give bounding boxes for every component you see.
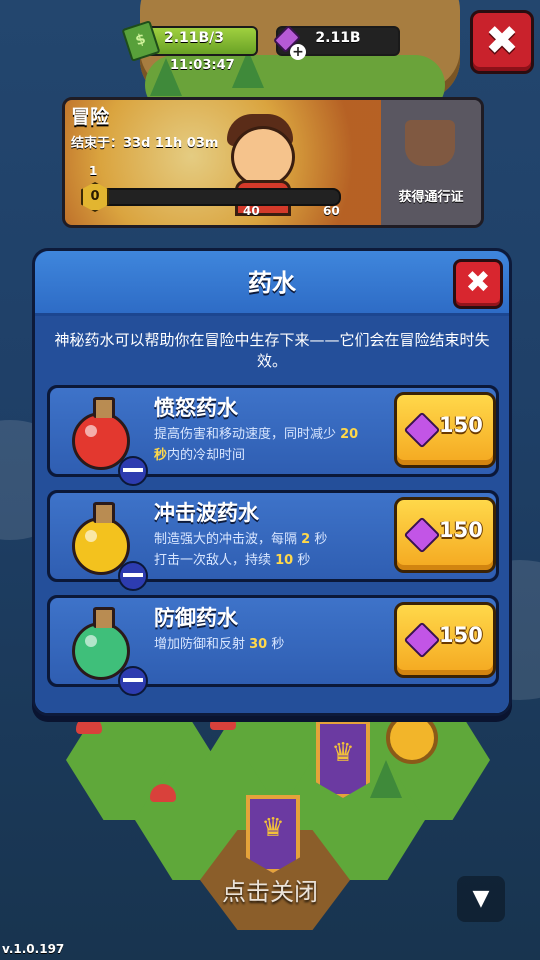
- gem-icon: [403, 411, 441, 449]
- event-progress-bar: [87, 188, 341, 206]
- potion-name: 防御药水: [154, 606, 238, 630]
- level-number: 1: [89, 164, 98, 178]
- potion-description: 提高伤害和移动速度，同时减少 20 秒内的冷却时间: [154, 427, 359, 463]
- coin-icon: [386, 712, 438, 764]
- expand-menu-button[interactable]: ▼: [457, 876, 505, 922]
- get-pass-label: 获得通行证: [398, 190, 464, 205]
- potion-description: 增加防御和反射 30 秒: [154, 637, 285, 652]
- progress-mark-60: 60: [323, 204, 340, 218]
- battle-pass-panel[interactable]: 获得通行证: [381, 100, 481, 225]
- chevron-down-icon: ▼: [472, 886, 490, 911]
- gem-icon: [403, 621, 441, 659]
- price-label: 150: [439, 413, 483, 437]
- trophy-icon: [405, 120, 455, 166]
- crown-banner-icon: [246, 795, 300, 873]
- dialog-body: 神秘药水可以帮助你在冒险中生存下来——它们会在冒险结束时失效。 愤怒药水 提高伤…: [35, 316, 509, 713]
- event-end-time: 结束于：33d 11h 03m: [71, 136, 219, 151]
- progress-mark-40: 40: [243, 204, 260, 218]
- add-gems-icon[interactable]: +: [290, 44, 306, 60]
- gem-icon: [403, 516, 441, 554]
- dialog-description: 神秘药水可以帮助你在冒险中生存下来——它们会在冒险结束时失效。: [54, 331, 490, 370]
- potion-description: 制造强大的冲击波，每隔 2 秒打击一次敌人，持续 10 秒: [154, 532, 328, 568]
- potion-timer-icon: [118, 456, 148, 486]
- cash-value: 2.11B/3: [163, 30, 225, 46]
- price-label: 150: [439, 623, 483, 647]
- cash-timer: 11:03:47: [170, 58, 235, 73]
- adventure-event-card[interactable]: 冒险 结束于：33d 11h 03m 1 0 40 60 获得通行证: [62, 97, 484, 228]
- potion-row-defense: 防御药水 增加防御和反射 30 秒 150: [47, 595, 499, 696]
- potion-name: 愤怒药水: [154, 396, 238, 420]
- potion-row-shockwave: 冲击波药水 制造强大的冲击波，每隔 2 秒打击一次敌人，持续 10 秒 150: [47, 490, 499, 591]
- buy-defense-potion-button[interactable]: 150: [394, 602, 496, 678]
- event-title: 冒险: [71, 106, 110, 128]
- potion-row-rage: 愤怒药水 提高伤害和移动速度，同时减少 20 秒内的冷却时间 150: [47, 385, 499, 486]
- potions-dialog: 药水 ✖ 神秘药水可以帮助你在冒险中生存下来——它们会在冒险结束时失效。 愤怒药…: [32, 248, 512, 716]
- version-label: v.1.0.197: [2, 942, 65, 956]
- close-icon: ✖: [465, 265, 491, 300]
- dialog-title: 药水: [248, 269, 296, 297]
- tree-icon: [370, 760, 402, 798]
- dialog-header: 药水 ✖: [35, 251, 509, 316]
- potion-timer-icon: [118, 561, 148, 591]
- dialog-close-button[interactable]: ✖: [453, 259, 503, 309]
- price-label: 150: [439, 518, 483, 542]
- gem-value: 2.11B: [315, 30, 361, 46]
- close-icon: ✖: [485, 18, 519, 64]
- potion-name: 冲击波药水: [154, 501, 259, 525]
- cash-counter: $ 2.11B/3: [121, 20, 258, 62]
- gem-counter[interactable]: + 2.11B: [272, 24, 400, 60]
- buy-rage-potion-button[interactable]: 150: [394, 392, 496, 468]
- potion-timer-icon: [118, 666, 148, 696]
- crown-banner-icon: [316, 720, 370, 798]
- close-screen-button[interactable]: ✖: [470, 10, 534, 74]
- buy-shockwave-potion-button[interactable]: 150: [394, 497, 496, 573]
